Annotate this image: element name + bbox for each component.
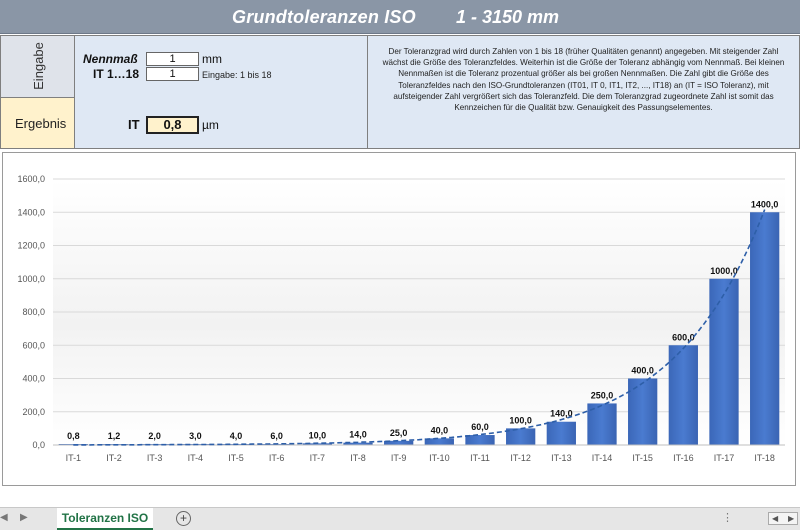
more-icon[interactable]: ⋮ xyxy=(722,511,733,524)
y-tick-label: 600,0 xyxy=(22,340,45,350)
it-hint: Eingabe: 1 bis 18 xyxy=(202,70,272,80)
data-label: 1400,0 xyxy=(751,199,779,209)
x-tick-label: IT-14 xyxy=(592,453,613,463)
nennmass-unit: mm xyxy=(202,52,222,66)
x-tick-label: IT-7 xyxy=(310,453,326,463)
data-label: 4,0 xyxy=(230,431,243,441)
next-sheet-icon[interactable]: ▶ xyxy=(20,512,28,523)
sheet-tab-toleranzen[interactable]: Toleranzen ISO xyxy=(57,508,153,530)
data-label: 10,0 xyxy=(309,430,327,440)
data-label: 25,0 xyxy=(390,428,408,438)
y-tick-label: 400,0 xyxy=(22,374,45,384)
ergebnis-label: Ergebnis xyxy=(15,116,67,131)
data-label: 250,0 xyxy=(591,390,614,400)
scroll-left-icon[interactable]: ◀ xyxy=(772,514,778,523)
x-tick-label: IT-11 xyxy=(470,453,490,463)
x-tick-label: IT-8 xyxy=(350,453,366,463)
it-label: IT 1…18 xyxy=(93,67,140,81)
x-tick-label: IT-9 xyxy=(391,453,407,463)
data-label: 3,0 xyxy=(189,431,202,441)
y-tick-label: 1400,0 xyxy=(17,207,45,217)
result-label: IT xyxy=(128,117,140,132)
y-tick-label: 1600,0 xyxy=(17,174,45,184)
x-tick-label: IT-13 xyxy=(551,453,572,463)
x-tick-label: IT-1 xyxy=(66,453,82,463)
bar xyxy=(750,212,780,445)
x-tick-label: IT-4 xyxy=(188,453,204,463)
bar xyxy=(709,278,739,445)
tolerance-chart: 0,0 200,0 400,0 600,0 800,0 1000,0 1200,0 1400,… xyxy=(17,174,785,463)
x-tick-label: IT-3 xyxy=(147,453,163,463)
sheet-tab-bar: ◀ ▶ Toleranzen ISO + ⋮ ◀ ▶ xyxy=(0,507,800,530)
data-label: 40,0 xyxy=(431,425,449,435)
y-tick-label: 1200,0 xyxy=(17,241,45,251)
result-unit: µm xyxy=(202,118,219,132)
data-label: 0,8 xyxy=(67,431,80,441)
eingabe-cell: Eingabe xyxy=(0,35,75,98)
y-tick-label: 800,0 xyxy=(22,307,45,317)
data-label: 6,0 xyxy=(270,431,283,441)
input-panel: Eingabe Ergebnis Nennmaß 1 mm IT 1…18 1 … xyxy=(0,35,800,149)
nennmass-input[interactable]: 1 xyxy=(146,52,199,66)
x-tick-label: IT-17 xyxy=(714,453,735,463)
x-tick-label: IT-2 xyxy=(106,453,122,463)
data-label: 14,0 xyxy=(349,430,367,440)
x-tick-label: IT-10 xyxy=(429,453,450,463)
x-tick-label: IT-16 xyxy=(673,453,694,463)
title-banner: Grundtoleranzen ISO 1 - 3150 mm xyxy=(0,0,800,34)
prev-sheet-icon[interactable]: ◀ xyxy=(0,512,8,523)
data-label: 400,0 xyxy=(631,366,654,376)
x-tick-label: IT-5 xyxy=(228,453,244,463)
data-label: 1000,0 xyxy=(710,266,738,276)
banner-range: 1 - 3150 mm xyxy=(456,7,560,27)
bar xyxy=(546,421,576,445)
data-label: 1,2 xyxy=(108,431,121,441)
chart-frame: 0,0 200,0 400,0 600,0 800,0 1000,0 1200,0 1400,… xyxy=(2,152,796,486)
x-tick-label: IT-12 xyxy=(510,453,531,463)
description-text: Der Toleranzgrad wird durch Zahlen von 1… xyxy=(367,35,800,149)
banner-title: Grundtoleranzen ISO xyxy=(232,7,416,27)
eingabe-label: Eingabe xyxy=(30,42,46,90)
bar xyxy=(506,428,536,445)
result-value: 0,8 xyxy=(146,116,199,134)
horizontal-scrollbar[interactable]: ◀ ▶ xyxy=(768,512,798,525)
data-label: 2,0 xyxy=(148,431,161,441)
it-input[interactable]: 1 xyxy=(146,67,199,81)
plus-circle-icon[interactable]: + xyxy=(176,511,191,526)
bar xyxy=(628,378,658,445)
y-tick-label: 1000,0 xyxy=(17,274,45,284)
y-tick-label: 0,0 xyxy=(32,440,45,450)
x-tick-label: IT-6 xyxy=(269,453,285,463)
input-area: Nennmaß 1 mm IT 1…18 1 Eingabe: 1 bis 18… xyxy=(75,35,367,149)
scroll-right-icon[interactable]: ▶ xyxy=(788,514,794,523)
ergebnis-cell: Ergebnis xyxy=(0,98,75,149)
x-tick-label: IT-18 xyxy=(754,453,775,463)
nennmass-label: Nennmaß xyxy=(83,52,138,66)
bar xyxy=(465,435,495,445)
data-label: 60,0 xyxy=(471,422,489,432)
data-label: 100,0 xyxy=(509,415,532,425)
bar xyxy=(668,345,698,445)
y-tick-label: 200,0 xyxy=(22,407,45,417)
x-tick-label: IT-15 xyxy=(632,453,653,463)
